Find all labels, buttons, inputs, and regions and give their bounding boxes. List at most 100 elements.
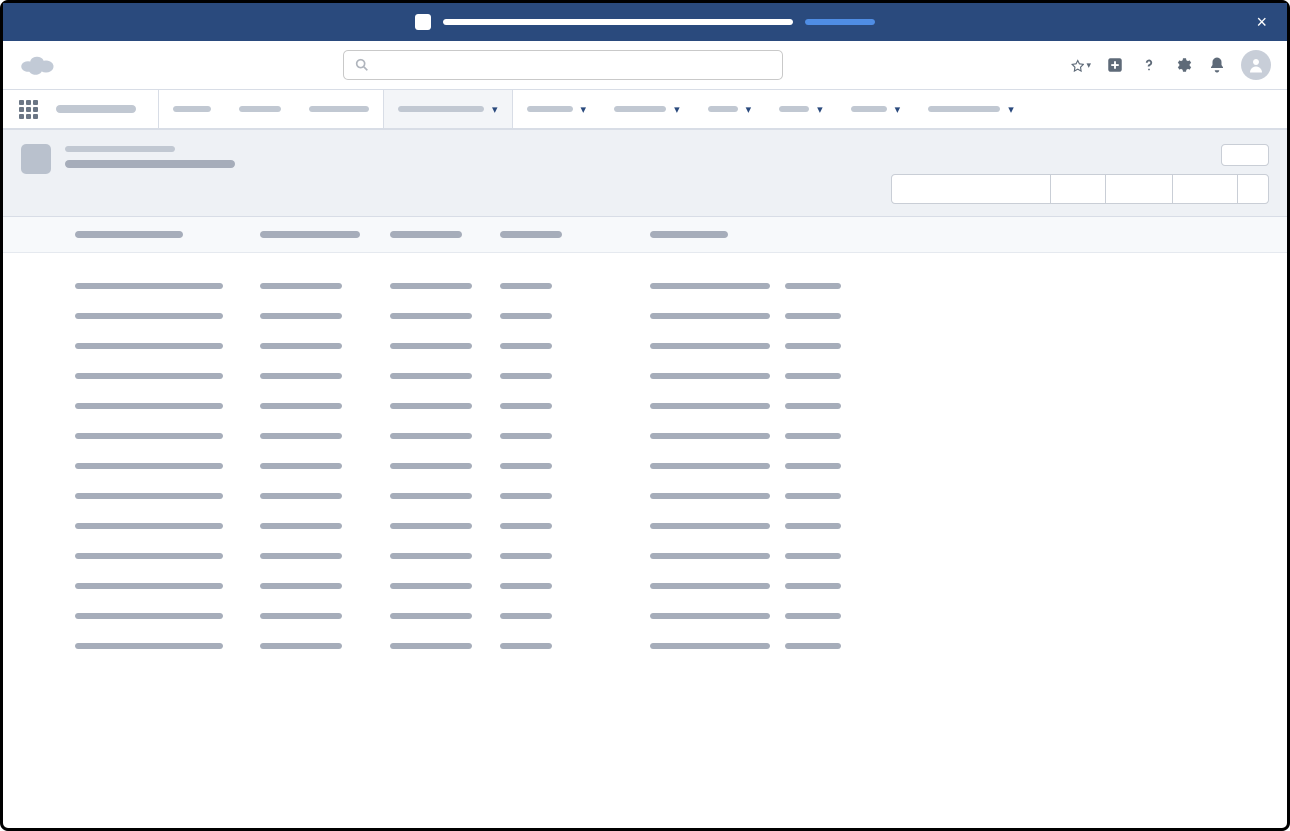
cell-value-skeleton [390, 403, 472, 409]
table-cell [500, 403, 650, 409]
column-header-2[interactable] [390, 231, 500, 238]
table-cell [75, 553, 260, 559]
table-row[interactable] [75, 631, 1287, 661]
app-name [56, 105, 136, 113]
table-row[interactable] [75, 301, 1287, 331]
chevron-down-icon[interactable]: ▾ [1008, 103, 1014, 116]
list-action-button-4[interactable] [1237, 174, 1269, 204]
list-action-button-3[interactable] [1172, 174, 1238, 204]
favorites-button[interactable]: ▾ [1071, 55, 1091, 75]
salesforce-logo[interactable] [19, 53, 55, 77]
cell-value-skeleton [500, 493, 552, 499]
global-search[interactable] [343, 50, 783, 80]
table-cell [500, 343, 650, 349]
table-cell [75, 433, 260, 439]
table-header-row [3, 217, 1287, 253]
chevron-down-icon[interactable]: ▾ [895, 103, 901, 116]
table-cell [75, 493, 260, 499]
setup-gear-icon[interactable] [1173, 55, 1193, 75]
search-input[interactable] [370, 58, 772, 73]
chevron-down-icon[interactable]: ▾ [492, 103, 498, 116]
table-cell [390, 553, 500, 559]
chevron-down-icon[interactable]: ▾ [746, 103, 752, 116]
chevron-down-icon[interactable]: ▾ [674, 103, 680, 116]
table-cell [650, 343, 785, 349]
cell-value-skeleton [785, 463, 841, 469]
nav-tab-2[interactable] [295, 90, 383, 128]
table-cell [390, 463, 500, 469]
cell-value-skeleton [260, 643, 342, 649]
cell-value-skeleton [785, 343, 841, 349]
list-action-button-0[interactable] [891, 174, 1051, 204]
cell-value-skeleton [785, 373, 841, 379]
cell-value-skeleton [260, 403, 342, 409]
banner-checkbox[interactable] [415, 14, 431, 30]
user-avatar[interactable] [1241, 50, 1271, 80]
table-row[interactable] [75, 451, 1287, 481]
table-cell [500, 463, 650, 469]
cell-value-skeleton [650, 283, 770, 289]
table-cell [75, 373, 260, 379]
table-row[interactable] [75, 331, 1287, 361]
nav-tab-8[interactable]: ▾ [837, 90, 915, 128]
help-icon[interactable] [1139, 55, 1159, 75]
cell-value-skeleton [650, 343, 770, 349]
column-header-1[interactable] [260, 231, 390, 238]
table-cell [500, 373, 650, 379]
cell-value-skeleton [650, 403, 770, 409]
nav-tab-1[interactable] [225, 90, 295, 128]
notifications-bell-icon[interactable] [1207, 55, 1227, 75]
table-cell [650, 493, 785, 499]
table-cell [500, 523, 650, 529]
header-actions: ▾ [1071, 50, 1271, 80]
cell-value-skeleton [500, 373, 552, 379]
table-row[interactable] [75, 271, 1287, 301]
trial-banner: × [3, 3, 1287, 41]
table-row[interactable] [75, 361, 1287, 391]
global-actions-button[interactable] [1105, 55, 1125, 75]
chevron-down-icon[interactable]: ▾ [817, 103, 823, 116]
table-row[interactable] [75, 571, 1287, 601]
nav-tab-5[interactable]: ▾ [600, 90, 694, 128]
close-icon[interactable]: × [1250, 8, 1273, 37]
table-row[interactable] [75, 421, 1287, 451]
cell-value-skeleton [650, 583, 770, 589]
header-small-button[interactable] [1221, 144, 1269, 166]
nav-tab-3[interactable]: ▾ [383, 90, 513, 128]
column-header-3[interactable] [500, 231, 650, 238]
nav-tab-6[interactable]: ▾ [694, 90, 766, 128]
nav-tab-0[interactable] [159, 90, 225, 128]
app-launcher-icon[interactable] [19, 100, 38, 119]
list-view-name[interactable] [65, 160, 235, 168]
column-header-0[interactable] [75, 231, 260, 238]
nav-tab-7[interactable]: ▾ [765, 90, 837, 128]
cell-value-skeleton [650, 613, 770, 619]
chevron-down-icon[interactable]: ▾ [581, 103, 587, 116]
list-action-button-2[interactable] [1105, 174, 1173, 204]
column-header-label [500, 231, 562, 238]
table-cell [785, 343, 845, 349]
table-row[interactable] [75, 511, 1287, 541]
nav-tab-4[interactable]: ▾ [513, 90, 601, 128]
cell-value-skeleton [650, 523, 770, 529]
table-row[interactable] [75, 541, 1287, 571]
table-cell [650, 433, 785, 439]
table-row[interactable] [75, 481, 1287, 511]
table-cell [650, 523, 785, 529]
column-header-label [390, 231, 462, 238]
nav-tab-9[interactable]: ▾ [914, 90, 1028, 128]
cell-value-skeleton [500, 343, 552, 349]
table-cell [260, 493, 390, 499]
table-cell [500, 313, 650, 319]
table-cell [75, 583, 260, 589]
table-row[interactable] [75, 391, 1287, 421]
cell-value-skeleton [785, 553, 841, 559]
banner-message-skeleton [443, 19, 793, 25]
table-row[interactable] [75, 601, 1287, 631]
column-header-4[interactable] [650, 231, 785, 238]
list-action-button-1[interactable] [1050, 174, 1106, 204]
table-cell [260, 433, 390, 439]
banner-link-skeleton[interactable] [805, 19, 875, 25]
global-header: ▾ [3, 41, 1287, 90]
table-cell [75, 343, 260, 349]
